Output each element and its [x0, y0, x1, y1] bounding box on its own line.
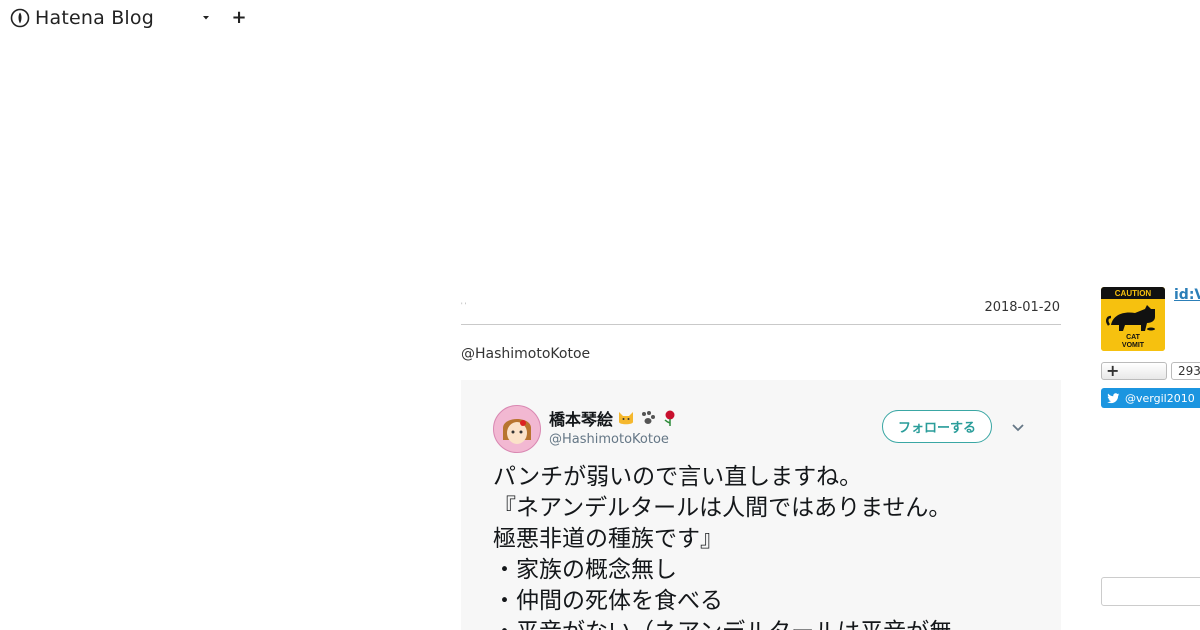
- rose-emoji-icon: [664, 410, 675, 426]
- cat-vomit-caution-icon: CAUTION CAT VOMIT: [1101, 287, 1165, 351]
- search-input[interactable]: [1101, 577, 1200, 606]
- profile-icon[interactable]: CAUTION CAT VOMIT: [1101, 287, 1165, 351]
- tweet-line: ・仲間の死体を食べる: [493, 588, 723, 614]
- cat-emoji-icon: [619, 412, 634, 425]
- tweet-handle: @HashimotoKotoe: [549, 432, 669, 447]
- entry-category[interactable]: ' ': [461, 302, 466, 309]
- profile-icon-bottom-text-2: VOMIT: [1122, 342, 1145, 349]
- hatena-logo-icon: [10, 8, 30, 28]
- tweet-line: ・平音がない（ネアンデルタールは平音が無: [493, 617, 1053, 630]
- add-button[interactable]: +: [230, 8, 248, 28]
- hatena-blog-logo[interactable]: Hatena Blog: [10, 7, 154, 29]
- tweet-screenshot: 橋本琴絵 @HashimotoKotoe フォローする パンチが弱いので言い直し…: [461, 380, 1061, 630]
- chevron-down-icon: [1012, 424, 1024, 432]
- entry-mention: @HashimotoKotoe: [461, 346, 591, 362]
- tweet-line: ・家族の概念無し: [493, 557, 677, 583]
- author-name-text: 橋本琴絵: [549, 410, 614, 429]
- entry-date[interactable]: 2018-01-20: [984, 300, 1060, 315]
- tweet-line: パンチが弱いので言い直しますね。: [493, 464, 863, 490]
- tweet-follow-button: フォローする: [882, 410, 992, 443]
- plus-icon: +: [1106, 361, 1120, 380]
- twitter-handle-label: @vergil2010: [1125, 391, 1195, 405]
- tweet-text: パンチが弱いので言い直しますね。 『ネアンデルタールは人間ではありません。 極悪…: [493, 462, 1053, 630]
- follower-count: 293: [1171, 362, 1200, 380]
- profile-icon-bottom-text: CAT: [1126, 334, 1141, 341]
- brand-dropdown-button[interactable]: [198, 10, 214, 26]
- profile-id-link[interactable]: id:V: [1174, 287, 1200, 303]
- caret-down-icon: [203, 16, 209, 20]
- profile-icon-top-text: CAUTION: [1115, 289, 1152, 298]
- avatar: [493, 405, 541, 453]
- avatar-illustration-icon: [494, 406, 540, 452]
- tweet-line: 『ネアンデルタールは人間ではありません。: [493, 495, 952, 521]
- twitter-bird-icon: [1107, 392, 1120, 403]
- tweet-author-name: 橋本琴絵: [549, 406, 679, 430]
- paw-emoji-icon: [642, 411, 656, 424]
- brand-name: Hatena Blog: [35, 7, 154, 29]
- entry-header: ' ' 2018-01-20: [461, 296, 1061, 325]
- follow-button[interactable]: +: [1101, 361, 1167, 380]
- tweet-line: 極悪非道の種族です』: [493, 526, 723, 552]
- global-header: Hatena Blog +: [0, 0, 1200, 38]
- twitter-follow-button[interactable]: @vergil2010: [1101, 388, 1200, 408]
